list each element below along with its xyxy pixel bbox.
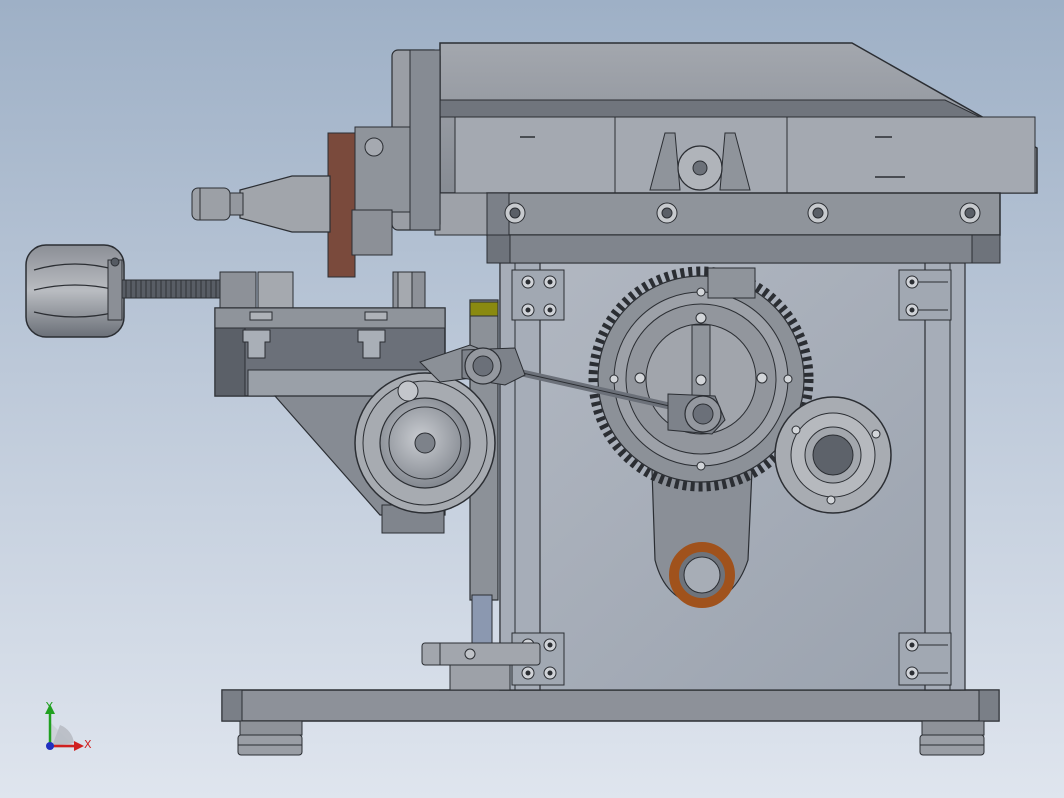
- foot-right: [919, 720, 985, 756]
- head-assembly: [191, 42, 1038, 278]
- coordinate-triad: Y X: [45, 700, 92, 751]
- z-axis-dot: [46, 742, 54, 750]
- cad-viewport[interactable]: Y X: [0, 0, 1064, 798]
- spindle-housing: [327, 49, 441, 278]
- assembly-drawing: Y X: [25, 42, 1038, 756]
- x-axis-label: X: [84, 738, 92, 751]
- bracket-top-right: [898, 269, 952, 321]
- lead-screw: [121, 279, 223, 299]
- brown-flange: [327, 132, 356, 278]
- right-column: [924, 262, 966, 691]
- spindle-nose: [191, 175, 331, 233]
- right-pulley: [774, 396, 892, 514]
- x-axis-head: [74, 741, 84, 751]
- yellow-marker: [469, 301, 499, 317]
- y-axis-label: Y: [45, 700, 53, 713]
- feed-knob: [25, 244, 125, 338]
- bracket-bottom-right: [898, 632, 952, 686]
- foot-left: [237, 720, 303, 756]
- base-assembly: [221, 689, 1000, 756]
- left-pulley: [354, 372, 496, 514]
- left-column: [499, 262, 541, 691]
- base-plate: [221, 689, 1000, 722]
- rod-end-right: [667, 393, 726, 435]
- head-rail: [486, 192, 1001, 236]
- rod-end-left: [461, 347, 526, 386]
- bracket-top-left: [511, 269, 565, 321]
